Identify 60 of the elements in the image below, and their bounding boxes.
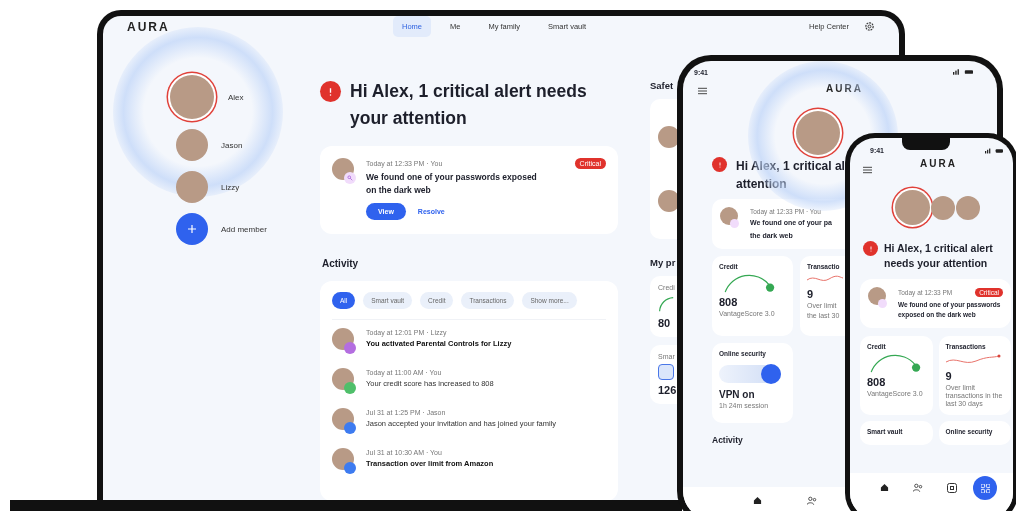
phone-notch xyxy=(902,138,950,150)
avatar[interactable] xyxy=(170,75,214,119)
avatar xyxy=(868,287,886,305)
avatar[interactable] xyxy=(895,190,930,225)
add-member-label[interactable]: Add member xyxy=(221,224,267,234)
vault-icon[interactable] xyxy=(947,483,957,493)
aura-logo[interactable]: AURA xyxy=(127,19,393,34)
avatar xyxy=(332,448,354,470)
alert-icon xyxy=(712,157,727,172)
avatar[interactable] xyxy=(176,129,208,161)
avatar[interactable] xyxy=(931,195,955,220)
section-title: Safet xyxy=(650,80,675,91)
home-icon[interactable] xyxy=(880,483,889,492)
member-name[interactable]: Alex xyxy=(228,92,244,102)
avatar[interactable] xyxy=(176,171,208,203)
vault-icon xyxy=(658,364,674,380)
plus-icon xyxy=(187,224,197,234)
section-title: Activity xyxy=(712,435,744,445)
alert-icon xyxy=(863,241,878,256)
avatar xyxy=(332,158,354,180)
aura-logo: AURA xyxy=(826,83,863,94)
alert-heading: attention xyxy=(736,176,788,193)
credit-score: 808 xyxy=(867,376,887,388)
section-title: My pr xyxy=(650,257,677,268)
avatar xyxy=(332,328,354,350)
alert-icon xyxy=(320,81,341,102)
credit-score: 80 xyxy=(658,317,672,329)
vault-count: 126 xyxy=(658,384,678,396)
alert-heading: Hi Alex, 1 critical al xyxy=(736,158,845,175)
section-title: Activity xyxy=(322,258,360,269)
avatar xyxy=(332,368,354,390)
avatar xyxy=(332,408,354,430)
vpn-status: VPN on xyxy=(719,389,756,400)
avatar[interactable] xyxy=(956,195,980,220)
transactions-count: 9 xyxy=(945,370,953,382)
menu-icon[interactable] xyxy=(863,166,872,174)
menu-icon[interactable] xyxy=(698,87,707,95)
alert-heading: Hi Alex, 1 critical alert needs your attention xyxy=(350,80,588,130)
member-name[interactable]: Jason xyxy=(221,140,243,150)
status-icons xyxy=(985,147,1003,154)
avatar xyxy=(720,207,738,225)
grid-icon xyxy=(980,483,990,493)
add-member-button[interactable] xyxy=(176,213,208,245)
alert-heading: Hi Alex, 1 critical alert needs your attention xyxy=(884,241,994,271)
aura-logo: AURA xyxy=(920,158,957,169)
family-icon[interactable] xyxy=(807,496,817,505)
status-icons xyxy=(953,69,973,75)
avatar[interactable] xyxy=(796,111,840,155)
apps-button[interactable] xyxy=(973,476,997,500)
alert-message: We found one of your passwords exposed on the dark web xyxy=(366,171,538,197)
avatar xyxy=(658,126,680,148)
settings-icon[interactable] xyxy=(864,21,875,32)
credit-gauge-drawing xyxy=(658,295,674,313)
avatar xyxy=(658,190,680,212)
vpn-toggle[interactable] xyxy=(719,365,781,383)
credit-score: 808 xyxy=(719,296,739,308)
home-icon[interactable] xyxy=(753,496,762,505)
family-icon[interactable] xyxy=(913,483,923,492)
transactions-count: 9 xyxy=(807,288,815,300)
member-name[interactable]: Lizzy xyxy=(221,182,240,192)
